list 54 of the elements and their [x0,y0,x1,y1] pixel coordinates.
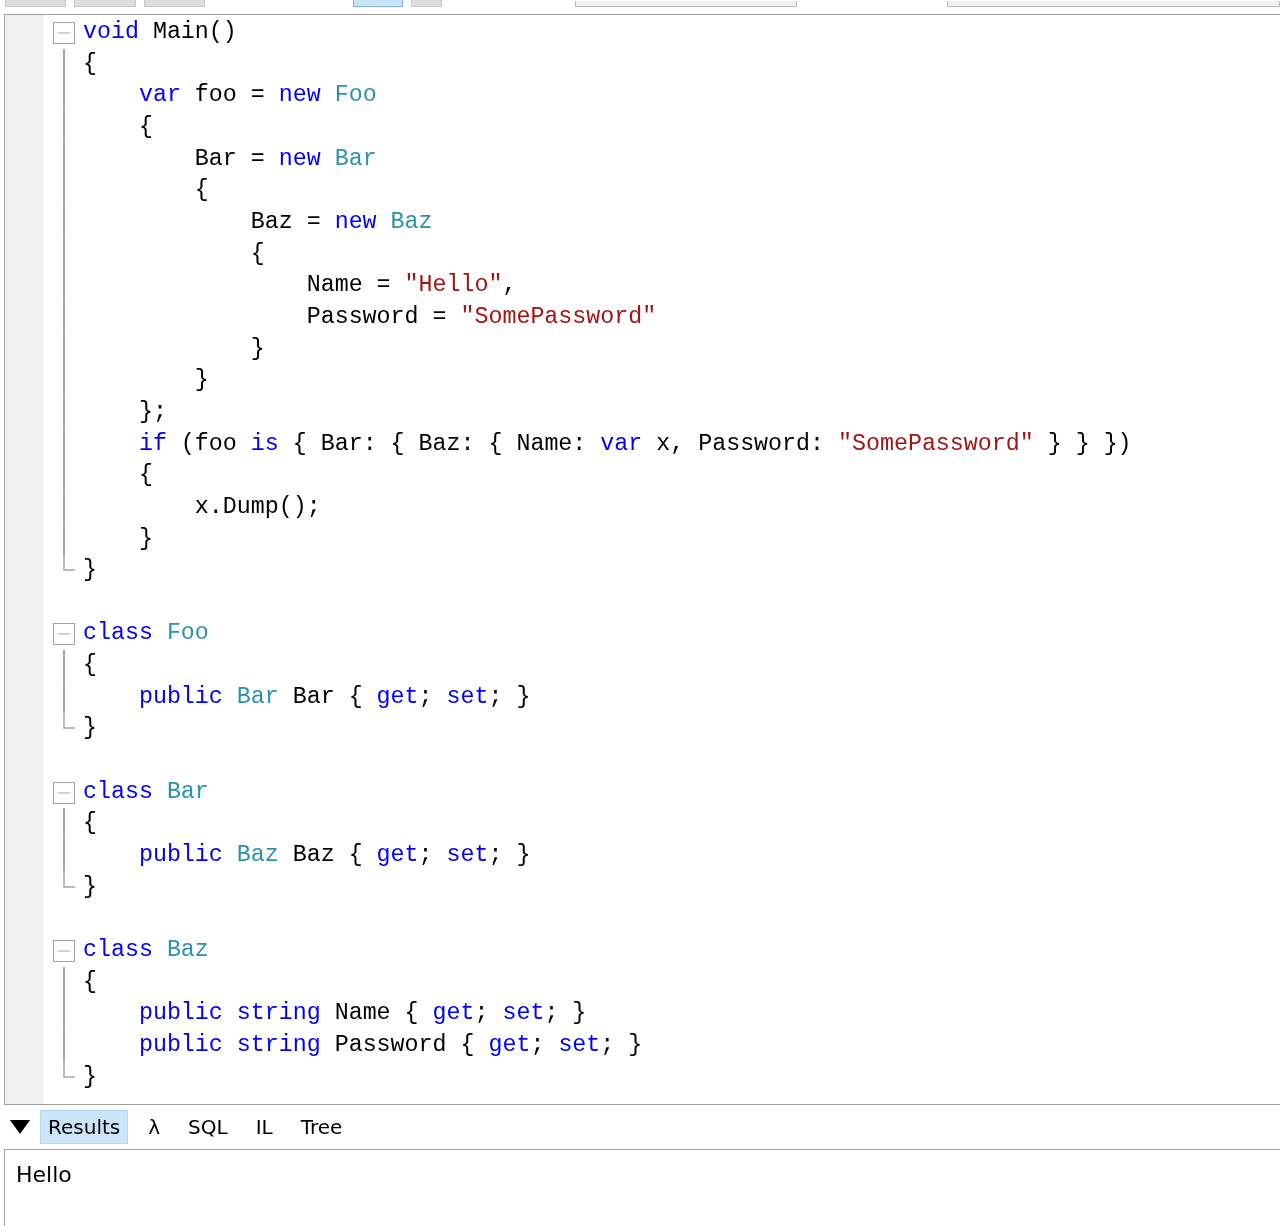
code-line: Bar = new Bar [193,145,377,172]
code-line: class Bar [83,778,209,805]
code-line: } [83,873,97,900]
toolbar-button[interactable] [143,0,206,7]
dropdown-field[interactable] [947,1,1280,7]
result-text: Hello [16,1162,72,1187]
code-line: class Foo [83,620,209,647]
code-line: { [83,50,97,77]
code-line: public string Name { get; set; } [137,1000,587,1027]
fold-end-line [63,1061,75,1078]
fold-end-line [63,555,75,572]
collapse-icon[interactable] [53,22,75,44]
code-line: public Baz Baz { get; set; } [137,842,531,869]
code-line: Name = "Hello", [305,272,517,299]
code-line: { [83,968,97,995]
fold-end-line [63,713,75,730]
code-line: Password = "SomePassword" [305,303,657,330]
code-line: { [137,462,153,489]
code-line: { [193,177,209,204]
code-line: } [83,557,97,584]
results-tab[interactable]: Results [40,1110,129,1144]
toolbar-button[interactable] [5,0,67,7]
code-line: { [137,113,153,140]
code-line: public string Password { get; set; } [137,1032,643,1058]
code-line: var foo = new Foo [137,82,377,109]
toolbar-button[interactable] [353,0,403,7]
code-line: } [193,367,209,394]
code-line: }; [137,398,167,425]
code-line: { [83,810,97,837]
results-tab[interactable]: λ [140,1110,169,1144]
code-line: } [83,1063,97,1090]
code-line: { [249,240,265,267]
code-line: } [137,525,153,552]
code-line: if (foo is { Bar: { Baz: { Name: var x, Password: "SomePassword" } } }) [137,430,1132,457]
dropdown-field[interactable] [575,1,798,7]
results-tab[interactable]: SQL [180,1110,236,1144]
collapse-triangle-icon[interactable] [10,1120,30,1134]
code-line: { [83,652,97,679]
code-line: x.Dump(); [193,493,321,520]
results-tab[interactable]: Tree [292,1110,351,1144]
collapse-icon[interactable] [53,623,75,646]
code-line: class Baz [83,937,209,964]
code-line: void Main() [83,19,237,45]
collapse-icon[interactable] [53,940,75,963]
toolbar-button[interactable] [74,0,136,7]
code-line: } [83,715,97,742]
fold-end-line [63,871,75,888]
code-line: public Bar Bar { get; set; } [137,683,531,710]
toolbar-button[interactable] [410,0,443,7]
results-tab[interactable]: IL [247,1110,281,1144]
code-line: } [249,335,265,362]
code-line: Baz = new Baz [249,208,433,235]
code-editor[interactable] [4,14,1280,1105]
collapse-icon[interactable] [53,781,75,804]
